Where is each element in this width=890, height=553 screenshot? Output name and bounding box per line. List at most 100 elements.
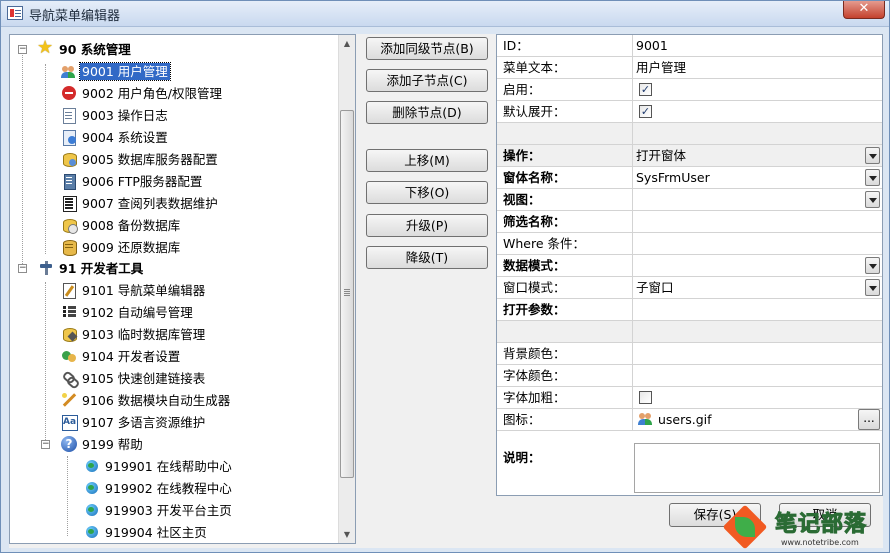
help-icon <box>61 436 77 452</box>
database-server-icon <box>61 151 77 167</box>
view-select[interactable] <box>634 189 882 210</box>
scroll-thumb[interactable] <box>340 110 354 478</box>
star-icon <box>37 37 54 59</box>
chevron-down-icon[interactable] <box>865 279 880 296</box>
tree-node-9104[interactable]: 9104 开发者设置 <box>61 346 182 368</box>
watermark: 笔记部落 www.notetribe.com <box>721 503 890 553</box>
tree-node-9001[interactable]: 9001 用户管理 <box>61 61 171 83</box>
chevron-down-icon[interactable] <box>865 257 880 274</box>
tree-node-9105[interactable]: 9105 快速创建链接表 <box>61 368 207 390</box>
scroll-down-icon[interactable]: ▼ <box>339 526 355 543</box>
globe-icon <box>84 502 100 518</box>
prop-view: 视图： <box>497 189 882 211</box>
prop-default-expand: 默认展开： ✓ <box>497 101 882 123</box>
prop-separator <box>497 321 882 343</box>
tree-node-9006[interactable]: 9006 FTP服务器配置 <box>61 171 204 193</box>
tree-node-9101[interactable]: 9101 导航菜单编辑器 <box>61 280 207 302</box>
tree-node-90[interactable]: 90 系统管理 <box>37 37 133 61</box>
scroll-up-icon[interactable]: ▲ <box>339 35 355 52</box>
icon-input[interactable]: users.gif... <box>634 409 882 430</box>
tree-node-9008[interactable]: 9008 备份数据库 <box>61 215 182 237</box>
id-value: 9001 <box>636 38 668 53</box>
browse-icon-button[interactable]: ... <box>858 409 880 430</box>
collapse-91-button[interactable]: − <box>18 264 27 273</box>
client-area: − − − 90 系统管理 9001 用户管理 9002 用户角色/权限管理 9… <box>9 34 883 548</box>
tree-node-9106[interactable]: 9106 数据模块自动生成器 <box>61 390 232 412</box>
prop-menu-text: 菜单文本： 用户管理 <box>497 57 882 79</box>
tree-node-9107[interactable]: 9107 多语言资源维护 <box>61 411 207 434</box>
bg-color-input[interactable] <box>634 343 882 364</box>
form-name-select[interactable]: SysFrmUser <box>634 167 882 188</box>
chevron-down-icon[interactable] <box>865 169 880 186</box>
collapse-9199-button[interactable]: − <box>41 440 50 449</box>
navigation-menu-editor-window: 导航菜单编辑器 ✕ − − − 90 系统管理 9001 用户管理 9002 用… <box>0 0 890 553</box>
prop-description: 说明： <box>497 440 882 495</box>
font-bold-checkbox[interactable] <box>639 391 652 404</box>
delete-node-button[interactable]: 删除节点(D) <box>366 101 488 124</box>
demote-button[interactable]: 降级(T) <box>366 246 488 269</box>
prop-separator <box>497 123 882 145</box>
move-down-button[interactable]: 下移(O) <box>366 181 488 204</box>
link-icon <box>61 370 77 386</box>
tree-node-9199[interactable]: 9199 帮助 <box>61 434 145 456</box>
operation-select[interactable]: 打开窗体 <box>634 145 882 166</box>
magic-wand-icon <box>61 392 77 408</box>
developer-settings-icon <box>61 348 77 364</box>
tree-guide-line <box>67 456 68 536</box>
property-grid: ID： 9001 菜单文本： 用户管理 启用： ✓ 默认展开： ✓ 操作： 打开… <box>496 34 883 496</box>
window-mode-select[interactable]: 子窗口 <box>634 277 882 298</box>
tree-node-9003[interactable]: 9003 操作日志 <box>61 105 170 127</box>
prop-id: ID： 9001 <box>497 35 882 57</box>
tree-node-919901[interactable]: 919901 在线帮助中心 <box>84 456 234 478</box>
prop-enabled: 启用： ✓ <box>497 79 882 101</box>
prop-window-mode: 窗口模式： 子窗口 <box>497 277 882 299</box>
database-restore-icon <box>61 239 77 256</box>
close-button[interactable]: ✕ <box>843 1 885 19</box>
chevron-down-icon[interactable] <box>865 191 880 208</box>
tree-node-9007[interactable]: 9007 查阅列表数据维护 <box>61 193 220 215</box>
tree-node-9103[interactable]: 9103 临时数据库管理 <box>61 324 207 346</box>
font-color-input[interactable] <box>634 365 882 386</box>
enabled-checkbox[interactable]: ✓ <box>639 83 652 96</box>
tree-node-919904[interactable]: 919904 社区主页 <box>84 522 209 543</box>
tree-node-9005[interactable]: 9005 数据库服务器配置 <box>61 149 220 171</box>
database-backup-icon <box>61 217 78 234</box>
add-child-node-button[interactable]: 添加子节点(C) <box>366 69 488 92</box>
prop-open-args: 打开参数： <box>497 299 882 321</box>
database-tool-icon <box>61 326 77 342</box>
description-textarea[interactable] <box>634 443 880 493</box>
tree-node-9009[interactable]: 9009 还原数据库 <box>61 237 182 259</box>
add-sibling-node-button[interactable]: 添加同级节点(B) <box>366 37 488 60</box>
data-mode-select[interactable] <box>634 255 882 276</box>
prop-operation: 操作： 打开窗体 <box>497 145 882 167</box>
prop-icon: 图标： users.gif... <box>497 409 882 431</box>
where-condition-input[interactable] <box>634 233 882 254</box>
tree-node-91[interactable]: 91 开发者工具 <box>38 258 145 280</box>
tree-scrollbar[interactable]: ▲ ▼ <box>338 35 355 543</box>
menu-tree[interactable]: − − − 90 系统管理 9001 用户管理 9002 用户角色/权限管理 9… <box>9 34 356 544</box>
tools-icon <box>38 260 54 276</box>
prop-data-mode: 数据模式： <box>497 255 882 277</box>
move-up-button[interactable]: 上移(M) <box>366 149 488 172</box>
prop-font-color: 字体颜色： <box>497 365 882 387</box>
filter-name-input[interactable] <box>634 211 882 232</box>
users-icon <box>61 63 77 79</box>
menu-text-input[interactable]: 用户管理 <box>634 57 882 78</box>
tree-node-919903[interactable]: 919903 开发平台主页 <box>84 500 234 522</box>
prop-form-name: 窗体名称： SysFrmUser <box>497 167 882 189</box>
prop-where: Where 条件： <box>497 233 882 255</box>
prop-font-bold: 字体加粗： <box>497 387 882 409</box>
tree-node-9002[interactable]: 9002 用户角色/权限管理 <box>61 83 224 105</box>
promote-button[interactable]: 升级(P) <box>366 214 488 237</box>
title-bar: 导航菜单编辑器 ✕ <box>1 1 889 27</box>
collapse-90-button[interactable]: − <box>18 45 27 54</box>
default-expand-checkbox[interactable]: ✓ <box>639 105 652 118</box>
tree-guide-line <box>22 50 23 268</box>
tree-node-9004[interactable]: 9004 系统设置 <box>61 127 170 149</box>
chevron-down-icon[interactable] <box>865 147 880 164</box>
open-args-input[interactable] <box>634 299 882 320</box>
tree-node-9102[interactable]: 9102 自动编号管理 <box>61 302 195 324</box>
prop-bg-color: 背景颜色： <box>497 343 882 365</box>
table-list-icon <box>61 195 77 212</box>
tree-node-919902[interactable]: 919902 在线教程中心 <box>84 478 234 500</box>
